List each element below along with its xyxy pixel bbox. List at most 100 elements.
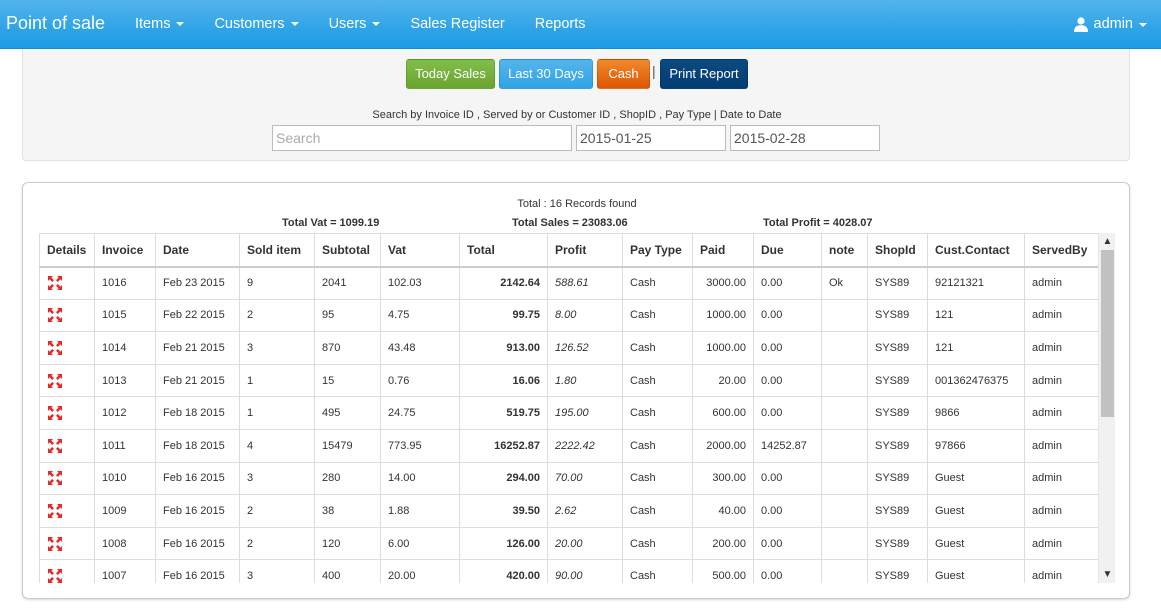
cell-total: 39.50	[459, 494, 548, 528]
cell-pay-type: Cash	[622, 494, 693, 528]
expand-icon[interactable]	[47, 568, 63, 583]
cell-cust-contact: Guest	[927, 559, 1025, 583]
nav-users[interactable]: Users	[314, 0, 396, 49]
column-header-vat[interactable]: Vat	[380, 233, 460, 268]
column-header-total[interactable]: Total	[459, 233, 548, 268]
cell-served-by: admin	[1024, 526, 1098, 561]
column-header-profit[interactable]: Profit	[547, 233, 623, 268]
last-30-days-button[interactable]: Last 30 Days	[499, 59, 593, 89]
expand-icon[interactable]	[47, 536, 63, 552]
cell-details[interactable]	[39, 428, 95, 463]
column-header-sold-item[interactable]: Sold item	[239, 233, 315, 268]
cell-total: 913.00	[459, 331, 548, 365]
cell-details[interactable]	[39, 559, 95, 583]
cell-profit: 1.80	[547, 363, 623, 398]
expand-icon[interactable]	[47, 405, 63, 421]
expand-icon[interactable]	[47, 275, 63, 291]
cell-note	[821, 461, 868, 496]
cell-cust-contact: 121	[927, 298, 1025, 333]
cell-details[interactable]	[39, 298, 95, 333]
user-icon	[1073, 17, 1088, 32]
column-header-subtotal[interactable]: Subtotal	[314, 233, 381, 268]
cell-invoice: 1009	[94, 494, 156, 528]
cell-note	[821, 396, 868, 430]
nav-items-label: Items	[135, 16, 171, 32]
cell-date: Feb 16 2015	[155, 559, 240, 583]
cell-details[interactable]	[39, 363, 95, 398]
nav-customers[interactable]: Customers	[199, 0, 313, 49]
expand-icon[interactable]	[47, 373, 63, 389]
table-row: 1009 Feb 16 2015 2 38 1.88 39.50 2.62 Cash 40.00…	[39, 494, 1098, 528]
cell-details[interactable]	[39, 526, 95, 561]
nav-reports[interactable]: Reports	[520, 0, 601, 49]
cell-details[interactable]	[39, 494, 95, 528]
cell-sold-item: 9	[239, 266, 315, 300]
cell-subtotal: 400	[314, 559, 381, 583]
cell-due: 0.00	[753, 331, 822, 365]
cell-cust-contact: Guest	[927, 461, 1025, 496]
cell-details[interactable]	[39, 396, 95, 430]
cell-total: 2142.64	[459, 266, 548, 300]
cell-cust-contact: Guest	[927, 526, 1025, 561]
cell-subtotal: 280	[314, 461, 381, 496]
print-report-button[interactable]: Print Report	[660, 59, 748, 89]
column-header-details[interactable]: Details	[39, 233, 95, 268]
cell-total: 99.75	[459, 298, 548, 333]
caret-down-icon	[1139, 22, 1147, 27]
cell-total: 519.75	[459, 396, 548, 430]
expand-icon[interactable]	[47, 438, 63, 454]
scroll-down-arrow-icon[interactable]: ▼	[1099, 566, 1116, 583]
column-header-served-by[interactable]: ServedBy	[1024, 233, 1098, 268]
date-to-input[interactable]: 2015-02-28	[730, 125, 880, 151]
scroll-thumb[interactable]	[1101, 250, 1114, 417]
brand-logo[interactable]: Point of sale	[6, 13, 105, 34]
cell-profit: 70.00	[547, 461, 623, 496]
cash-button[interactable]: Cash	[597, 59, 650, 89]
column-header-pay-type[interactable]: Pay Type	[622, 233, 693, 268]
cell-details[interactable]	[39, 266, 95, 300]
expand-icon[interactable]	[47, 340, 63, 356]
user-menu[interactable]: admin	[1073, 0, 1147, 49]
cell-vat: 20.00	[380, 559, 460, 583]
table-row: 1007 Feb 16 2015 3 400 20.00 420.00 90.00 Cash 5…	[39, 559, 1098, 583]
column-header-paid[interactable]: Paid	[692, 233, 754, 268]
column-header-shop-id[interactable]: ShopId	[867, 233, 928, 268]
cell-pay-type: Cash	[622, 298, 693, 333]
column-header-date[interactable]: Date	[155, 233, 240, 268]
nav-sales-register-label: Sales Register	[410, 16, 505, 32]
cell-details[interactable]	[39, 461, 95, 496]
column-header-cust-contact[interactable]: Cust.Contact	[927, 233, 1025, 268]
cell-sold-item: 3	[239, 331, 315, 365]
scroll-up-arrow-icon[interactable]: ▲	[1099, 233, 1116, 250]
column-header-invoice[interactable]: Invoice	[94, 233, 156, 268]
cell-pay-type: Cash	[622, 266, 693, 300]
nav-items[interactable]: Items	[120, 0, 199, 49]
search-input[interactable]: Search	[272, 125, 572, 151]
cell-profit: 90.00	[547, 559, 623, 583]
cell-details[interactable]	[39, 331, 95, 365]
nav-sales-register[interactable]: Sales Register	[395, 0, 519, 49]
column-header-due[interactable]: Due	[753, 233, 822, 268]
table-row: 1016 Feb 23 2015 9 2041 102.03 2142.64 588.61 C…	[39, 266, 1098, 300]
expand-icon[interactable]	[47, 470, 63, 486]
cell-cust-contact: 92121321	[927, 266, 1025, 300]
cell-pay-type: Cash	[622, 461, 693, 496]
table-row: 1010 Feb 16 2015 3 280 14.00 294.00 70.00 Cash 3…	[39, 461, 1098, 496]
cell-cust-contact: 121	[927, 331, 1025, 365]
cell-invoice: 1015	[94, 298, 156, 333]
cell-due: 0.00	[753, 526, 822, 561]
column-header-note[interactable]: note	[821, 233, 868, 268]
today-sales-button[interactable]: Today Sales	[406, 59, 495, 89]
cell-date: Feb 21 2015	[155, 363, 240, 398]
expand-icon[interactable]	[47, 503, 63, 519]
date-from-input[interactable]: 2015-01-25	[576, 125, 726, 151]
cell-profit: 2.62	[547, 494, 623, 528]
table-row: 1011 Feb 18 2015 4 15479 773.95 16252.87 2222.…	[39, 428, 1098, 463]
expand-icon[interactable]	[47, 307, 63, 323]
cell-profit: 126.52	[547, 331, 623, 365]
cell-shop-id: SYS89	[867, 494, 928, 528]
table-scrollbar[interactable]: ▲ ▼	[1098, 233, 1115, 583]
cell-total: 16.06	[459, 363, 548, 398]
cell-shop-id: SYS89	[867, 526, 928, 561]
cell-total: 420.00	[459, 559, 548, 583]
